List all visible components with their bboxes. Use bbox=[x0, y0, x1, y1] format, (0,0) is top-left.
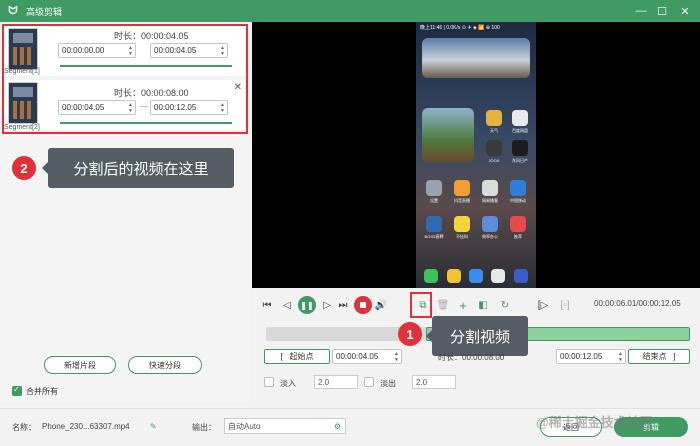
prev-frame-icon[interactable]: ◁ bbox=[280, 298, 294, 312]
stop-button[interactable] bbox=[354, 296, 372, 314]
add-segment-button[interactable]: 新增片段 bbox=[44, 356, 116, 374]
photo-widget bbox=[422, 108, 474, 162]
set-out-point-icon[interactable]: [▫] bbox=[558, 298, 572, 312]
camera-app-icon bbox=[513, 269, 528, 283]
callout-text-2: 分割后的视频在这里 bbox=[42, 148, 234, 188]
set-in-point-icon[interactable]: [▷ bbox=[536, 298, 550, 312]
callout-number-1: 1 bbox=[398, 322, 422, 346]
output-label: 输出： bbox=[192, 423, 216, 432]
app-icon bbox=[510, 180, 526, 196]
app-icon bbox=[512, 110, 528, 126]
spinner-icon[interactable]: ▲ ▼ bbox=[618, 351, 623, 363]
segments-highlight bbox=[2, 24, 248, 134]
watermark: @稀土掘金技术社区 bbox=[536, 415, 653, 430]
quick-split-button[interactable]: 快速分段 bbox=[128, 356, 202, 374]
merge-all-label: 合并所有 bbox=[26, 387, 58, 396]
add-icon[interactable]: + bbox=[456, 298, 470, 313]
set-start-button[interactable]: [ 起始点 bbox=[264, 349, 330, 364]
app-icon bbox=[454, 180, 470, 196]
callout-text-1: 分割视频 bbox=[426, 316, 528, 356]
maximize-button[interactable]: ☐ bbox=[651, 0, 673, 22]
volume-icon[interactable]: 🔊 bbox=[374, 298, 388, 312]
app-icon bbox=[426, 180, 442, 196]
app-icon bbox=[482, 180, 498, 196]
app-icon bbox=[486, 110, 502, 126]
title-bar: ᗢ 高级剪辑 — ☐ ✕ bbox=[0, 0, 700, 22]
file-name: Phone_230...63307.mp4 bbox=[42, 422, 130, 431]
notes-app-icon bbox=[446, 269, 461, 283]
phone-status-bar: 晚上11:46 | 0.0K/s ⊙ ✈ ◈ 📶 ⊕ 100 bbox=[420, 25, 500, 31]
merge-all-checkbox[interactable] bbox=[12, 385, 22, 396]
output-select[interactable]: 自动Auto ⚙ bbox=[224, 418, 346, 434]
play-pause-button[interactable]: ❚❚ bbox=[298, 296, 316, 314]
phone-dock bbox=[420, 266, 532, 286]
phone-app-icon bbox=[424, 269, 439, 283]
start-time-input[interactable]: 00:00:04.05 ▲ ▼ bbox=[332, 349, 402, 364]
fade-in-input[interactable]: 2.0 bbox=[314, 375, 358, 389]
app-icon bbox=[482, 216, 498, 232]
fade-out-checkbox[interactable] bbox=[364, 377, 374, 387]
browser-app-icon bbox=[491, 269, 506, 283]
trim-duration: 时长：00:00:08.00 bbox=[438, 353, 505, 362]
app-icon bbox=[512, 140, 528, 156]
fade-out-input[interactable]: 2.0 bbox=[412, 375, 456, 389]
playback-time: 00:00:06.01/00:00:12.05 bbox=[594, 299, 681, 308]
reset-icon[interactable]: ↻ bbox=[498, 298, 512, 312]
skip-to-start-icon[interactable]: ⏮ bbox=[260, 298, 274, 312]
phone-screen-frame: 晚上11:46 | 0.0K/s ⊙ ✈ ◈ 📶 ⊕ 100 天气 百度网盘 J… bbox=[416, 22, 536, 288]
app-icon bbox=[486, 140, 502, 156]
messages-app-icon bbox=[468, 269, 483, 283]
minimize-button[interactable]: — bbox=[630, 0, 652, 22]
app-icon bbox=[426, 216, 442, 232]
end-time-input[interactable]: 00:00:12.05 ▲ ▼ bbox=[556, 349, 626, 364]
fade-in-label: 淡入 bbox=[280, 379, 296, 388]
set-end-button[interactable]: 结束点 ] bbox=[628, 349, 690, 364]
fade-in-checkbox[interactable] bbox=[264, 377, 274, 387]
edit-name-icon[interactable]: ✎ bbox=[150, 422, 157, 431]
app-icon bbox=[454, 216, 470, 232]
name-label: 名称： bbox=[12, 423, 36, 432]
app-logo-icon: ᗢ bbox=[8, 4, 18, 17]
split-button-highlight bbox=[410, 292, 432, 318]
fade-out-label: 淡出 bbox=[380, 379, 396, 388]
settings-gear-icon[interactable]: ⚙ bbox=[334, 422, 341, 431]
window-title: 高级剪辑 bbox=[26, 6, 63, 17]
callout-number-2: 2 bbox=[12, 156, 36, 180]
close-window-button[interactable]: ✕ bbox=[674, 0, 696, 22]
skip-to-end-icon[interactable]: ⏭ bbox=[336, 298, 350, 312]
delete-icon[interactable]: 🗑 bbox=[436, 298, 450, 312]
app-icon bbox=[510, 216, 526, 232]
next-frame-icon[interactable]: ▷ bbox=[320, 298, 334, 312]
photo-widget bbox=[422, 38, 530, 78]
spinner-icon[interactable]: ▲ ▼ bbox=[394, 351, 399, 363]
video-preview[interactable]: 晚上11:46 | 0.0K/s ⊙ ✈ ◈ 📶 ⊕ 100 天气 百度网盘 J… bbox=[252, 22, 700, 288]
crop-icon[interactable]: ◧ bbox=[476, 298, 490, 312]
